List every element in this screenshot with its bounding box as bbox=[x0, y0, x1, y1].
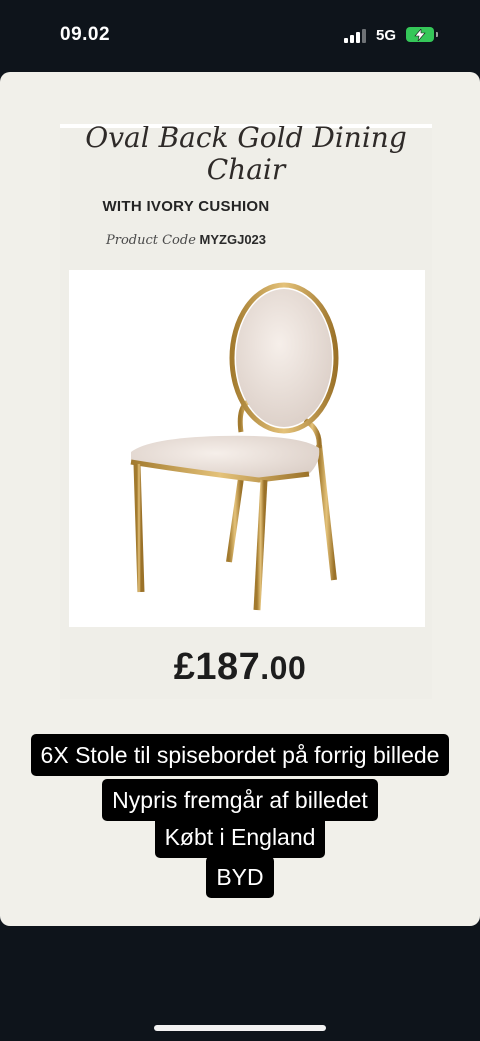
caption-text-4: BYD bbox=[206, 856, 274, 898]
caption-text-2: Nypris fremgår af billedet bbox=[102, 779, 378, 821]
caption-line-1: 6X Stole til spisebordet på forrig bille… bbox=[0, 734, 480, 776]
product-title: Oval Back Gold Dining Chair bbox=[60, 126, 432, 196]
chair-photo bbox=[69, 270, 425, 627]
product-title-line2: Chair bbox=[206, 153, 286, 186]
product-code-value: MYZGJ023 bbox=[199, 232, 267, 247]
price-main: £187 bbox=[173, 646, 261, 688]
price-decimal: .00 bbox=[260, 650, 307, 686]
product-price: £187.00 bbox=[0, 646, 480, 689]
caption-text-1: 6X Stole til spisebordet på forrig bille… bbox=[30, 734, 450, 776]
status-time: 09.02 bbox=[60, 24, 111, 45]
status-bar: 09.02 5G bbox=[0, 0, 480, 72]
caption-line-4: BYD bbox=[0, 856, 480, 898]
product-subtitle: WITH IVORY CUSHION bbox=[102, 198, 270, 215]
caption-line-2: Nypris fremgår af billedet bbox=[0, 779, 480, 821]
product-code-label: Product Code bbox=[105, 233, 196, 248]
battery-charging-icon bbox=[406, 27, 438, 42]
product-code: Product Code MYZGJ023 bbox=[0, 232, 372, 248]
caption-line-3: Købt i England bbox=[0, 816, 480, 858]
caption-text-3: Købt i England bbox=[154, 816, 326, 858]
signal-bars-icon bbox=[344, 29, 368, 43]
home-indicator[interactable] bbox=[154, 1025, 326, 1031]
product-title-line1: Oval Back Gold Dining bbox=[85, 126, 407, 154]
network-type: 5G bbox=[376, 27, 397, 44]
